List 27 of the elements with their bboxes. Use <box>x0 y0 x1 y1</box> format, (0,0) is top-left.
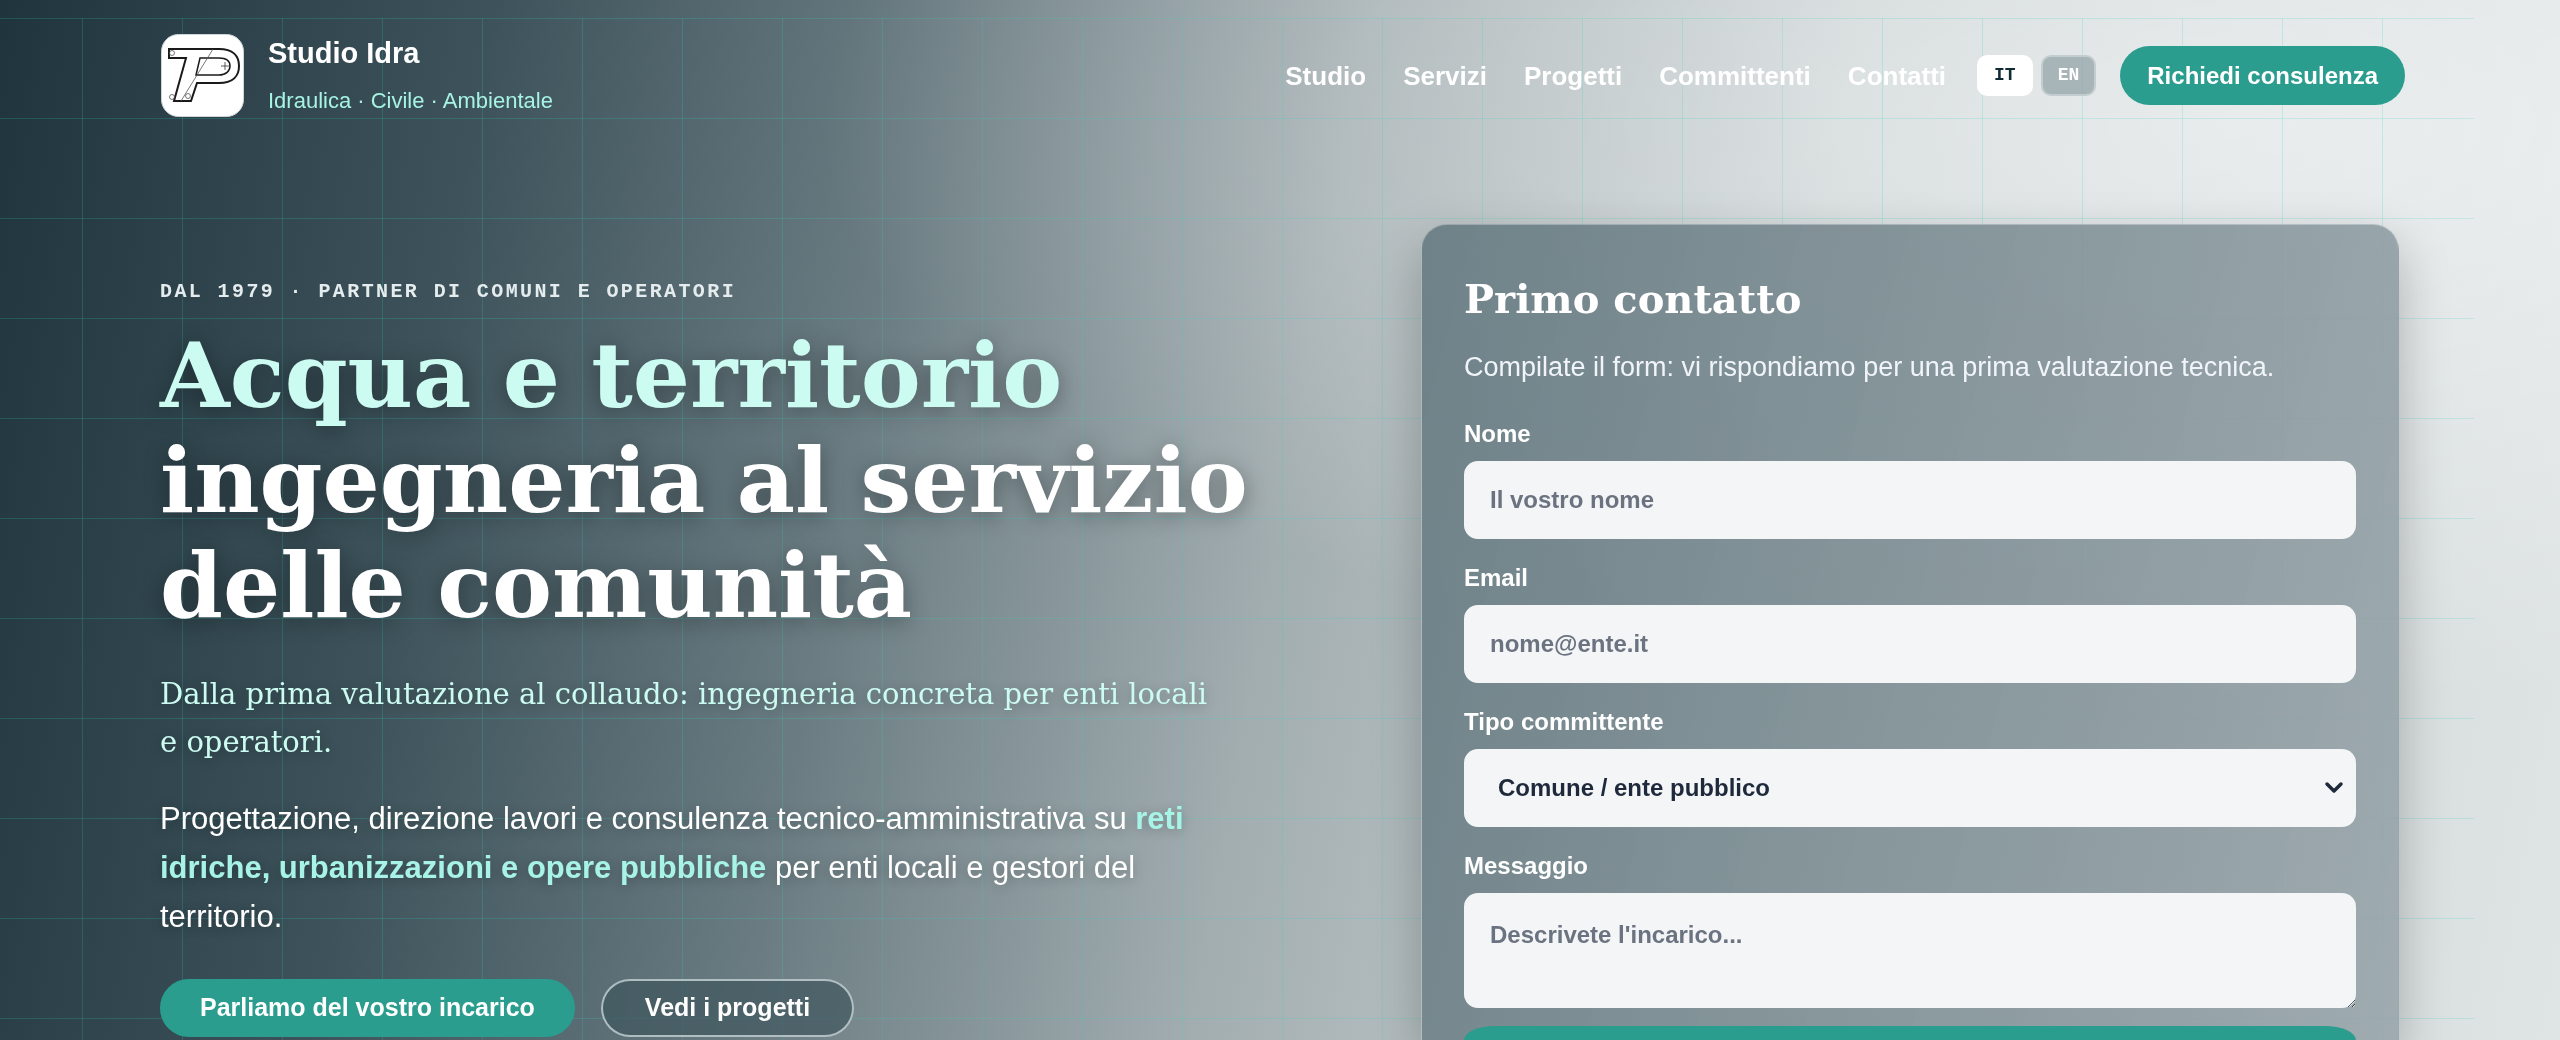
consultation-button[interactable]: Richiedi consulenza <box>2120 46 2405 105</box>
input-field[interactable]: nome@ente.it <box>1464 605 2356 683</box>
form-description: Compilate il form: vi rispondiamo per una prima valutazione tecnica. <box>1464 351 2276 384</box>
primary-button[interactable]: Parliamo del vostro incarico <box>160 979 575 1037</box>
chevron-down-icon <box>2324 781 2344 795</box>
nav-link[interactable]: Studio <box>1285 58 1367 93</box>
logo-icon[interactable] <box>161 34 244 117</box>
lead-text: Dalla prima valutazione al collaudo: ingegneria concreta per enti locali e operatori. <box>160 676 1209 761</box>
language-button[interactable]: EN <box>2040 55 2097 96</box>
select-field[interactable]: Comune / ente pubblico <box>1464 749 2356 827</box>
textarea-field[interactable]: Descrivete l'incarico... <box>1464 893 2356 1008</box>
hero-heading: Acqua e territorio ingegneria al servizio delle comunità <box>160 323 1249 638</box>
brand-tagline: Idraulica · Civile · Ambientale <box>268 87 553 115</box>
nav-link[interactable]: Servizi <box>1403 58 1487 93</box>
field-label: Email <box>1464 563 1530 593</box>
input-field[interactable]: Il vostro nome <box>1464 461 2356 539</box>
language-button[interactable]: IT <box>1977 55 2033 96</box>
eyebrow-text: DAL 1979 · PARTNER DI COMUNI E OPERATORI <box>160 280 738 304</box>
nav-link[interactable]: Progetti <box>1523 58 1623 93</box>
field-label: Nome <box>1464 419 1532 449</box>
field-label: Messaggio <box>1464 851 1590 881</box>
form-title: Primo contatto <box>1464 275 1803 323</box>
body-text: Progettazione, direzione lavori e consulenza tecnico-amministrativa su reti idriche, urbanizzazioni e opere pubbliche per enti locali e gestori del territorio. <box>160 800 1185 936</box>
outline-button[interactable]: Vedi i progetti <box>600 979 855 1037</box>
nav-link[interactable]: Committenti <box>1659 58 1811 93</box>
brand-name: Studio Idra <box>268 36 421 70</box>
field-label: Tipo committente <box>1464 707 1665 737</box>
